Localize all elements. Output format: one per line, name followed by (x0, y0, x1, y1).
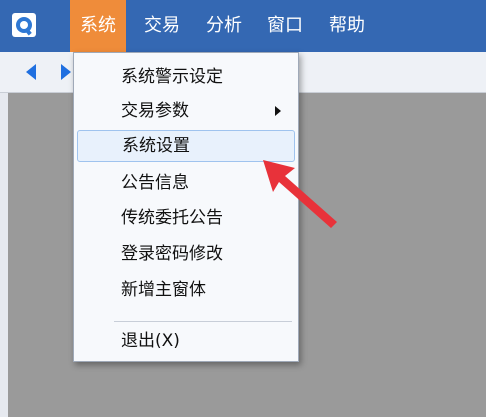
menu-item-label: 系统警示设定 (121, 67, 223, 87)
menu-item-label: 新增主窗体 (121, 280, 206, 300)
forward-arrow-icon[interactable] (61, 64, 71, 80)
menu-item-label: 交易参数 (121, 101, 189, 121)
menu-analysis[interactable]: 分析 (196, 0, 252, 52)
app-logo-icon[interactable] (12, 13, 36, 37)
submenu-arrow-icon (275, 106, 281, 116)
menu-help[interactable]: 帮助 (319, 0, 375, 52)
menu-item-exit[interactable]: 退出(X) (77, 325, 295, 357)
menu-item-label: 公告信息 (121, 173, 189, 193)
red-pointer-arrow-icon (263, 160, 337, 228)
menu-item-label: 登录密码修改 (121, 244, 223, 264)
menu-item-label: 退出(X) (121, 331, 180, 351)
left-edge-strip (0, 93, 8, 417)
back-arrow-icon[interactable] (26, 64, 36, 80)
menu-item-label: 系统设置 (122, 136, 190, 156)
menu-separator (114, 321, 292, 322)
menu-item-trade-params[interactable]: 交易参数 (77, 95, 295, 127)
menu-bar: 系统 交易 分析 窗口 帮助 (0, 0, 486, 52)
menu-system[interactable]: 系统 (70, 0, 126, 52)
menu-item-system-alert-settings[interactable]: 系统警示设定 (77, 61, 295, 93)
menu-trade[interactable]: 交易 (134, 0, 190, 52)
menu-window[interactable]: 窗口 (257, 0, 313, 52)
menu-item-new-main-window[interactable]: 新增主窗体 (77, 274, 295, 306)
menu-item-change-login-password[interactable]: 登录密码修改 (77, 238, 295, 270)
menu-item-label: 传统委托公告 (121, 208, 223, 228)
